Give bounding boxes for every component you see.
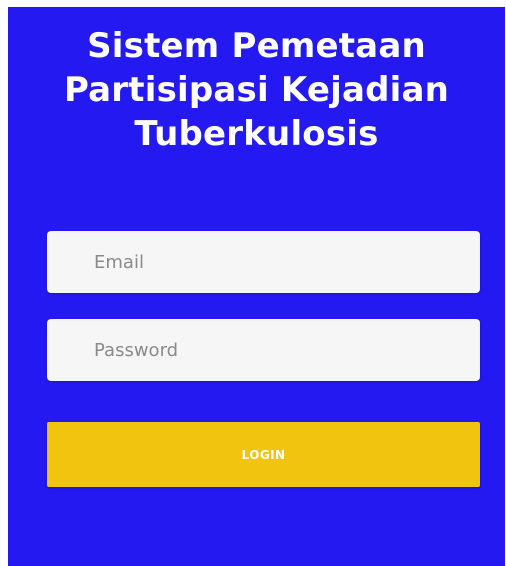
password-field-container (47, 319, 480, 381)
email-field[interactable] (47, 231, 480, 293)
email-field-container (47, 231, 480, 293)
page-title: Sistem Pemetaan Partisipasi Kejadian Tub… (8, 24, 505, 156)
title-line-2: Partisipasi Kejadian (63, 70, 450, 110)
title-line-3: Tuberkulosis (134, 114, 379, 154)
title-line-1: Sistem Pemetaan (87, 26, 426, 66)
password-field[interactable] (47, 319, 480, 381)
login-screen: Sistem Pemetaan Partisipasi Kejadian Tub… (8, 7, 505, 566)
login-button[interactable]: LOGIN (47, 422, 480, 487)
